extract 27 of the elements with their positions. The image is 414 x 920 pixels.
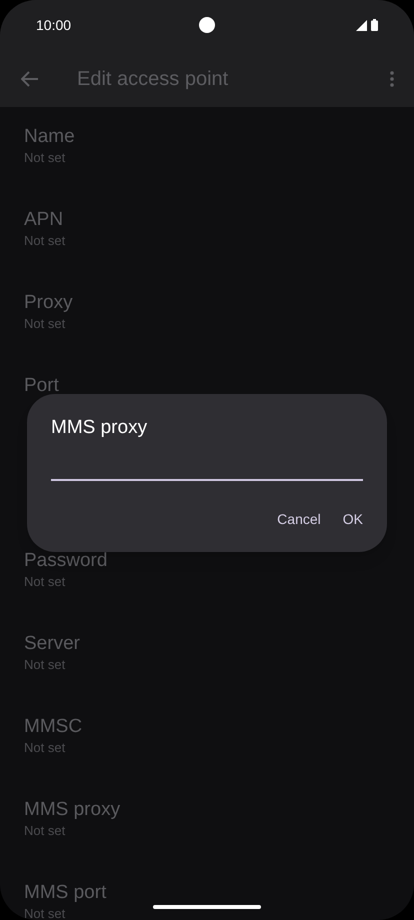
setting-summary: Not set <box>24 232 66 250</box>
signal-icon <box>356 20 367 30</box>
setting-summary: Not set <box>24 315 66 333</box>
setting-summary: Not set <box>24 905 66 920</box>
dialog-button[interactable]: OK <box>332 501 373 537</box>
setting-summary: Not set <box>24 822 66 840</box>
dialog-title: MMS proxy <box>51 416 148 440</box>
battery-icon <box>371 19 378 31</box>
setting-title: Password <box>24 549 108 573</box>
setting-title: MMS proxy <box>24 798 120 822</box>
setting-summary: Not set <box>24 656 66 674</box>
setting-summary: Not set <box>24 739 66 757</box>
more-vertical-icon <box>390 70 394 86</box>
dialog-button[interactable]: Cancel <box>267 501 331 537</box>
setting-title: MMS port <box>24 881 106 905</box>
setting-title: Port <box>24 374 59 398</box>
setting-title: APN <box>24 208 64 232</box>
setting-title: Name <box>24 125 75 149</box>
setting-summary: Not set <box>24 573 66 591</box>
setting-title: Proxy <box>24 291 73 315</box>
back-arrow-icon <box>21 70 39 86</box>
status-time: 10:00 <box>36 16 72 34</box>
camera-cutout-icon <box>199 17 215 33</box>
setting-title: MMSC <box>24 715 82 739</box>
app-bar-title: Edit access point <box>77 66 228 92</box>
setting-title: Server <box>24 632 80 656</box>
setting-summary: Not set <box>24 149 66 167</box>
